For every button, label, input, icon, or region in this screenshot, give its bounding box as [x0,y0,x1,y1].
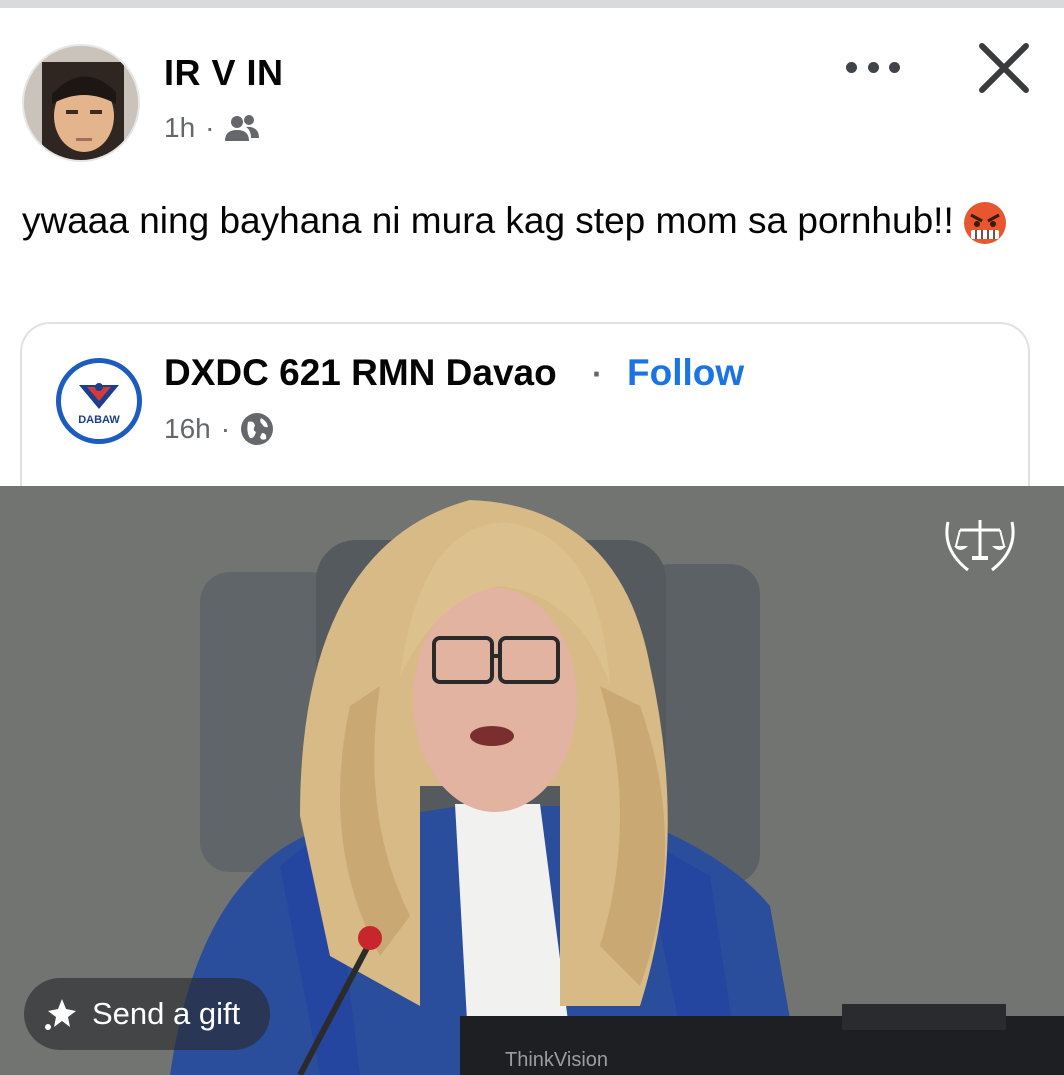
scales-of-justice-icon [945,520,1015,572]
close-icon[interactable] [972,36,1036,100]
friends-icon [225,115,260,141]
page-logo-text: DABAW [78,414,120,426]
gift-sparkle-icon [45,999,76,1030]
more-dot [867,61,879,73]
more-options-button[interactable] [840,50,906,84]
shared-post-meta: 16h · [164,412,274,446]
meta-separator: · [220,413,231,444]
shared-post-time[interactable]: 16h [164,413,211,445]
top-divider [0,0,1064,8]
globe-icon [241,413,274,445]
post-meta: 1h · [164,112,260,144]
page-logo-graphic: DABAW [63,365,135,437]
send-gift-button[interactable]: Send a gift [24,978,270,1050]
post-body: ywaaa ning bayhana ni mura kag step mom … [22,196,1032,246]
author-avatar[interactable] [22,44,140,162]
post-time[interactable]: 1h [164,112,195,144]
send-gift-label: Send a gift [92,996,241,1031]
follow-button[interactable]: Follow [627,352,744,394]
avatar-photo [24,46,138,160]
post-text: ywaaa ning bayhana ni mura kag step mom … [22,200,954,241]
enraged-face-emoji [963,202,1006,245]
meta-separator: · [205,112,215,143]
more-dot [846,61,857,73]
shared-page-name[interactable]: DXDC 621 RMN Davao [164,352,557,394]
author-name[interactable]: IR V IN [164,52,284,94]
more-dot [889,61,900,73]
page-logo[interactable]: DABAW [56,358,142,444]
follow-separator: · [592,356,603,392]
monitor-brand: ThinkVision [505,1049,608,1071]
